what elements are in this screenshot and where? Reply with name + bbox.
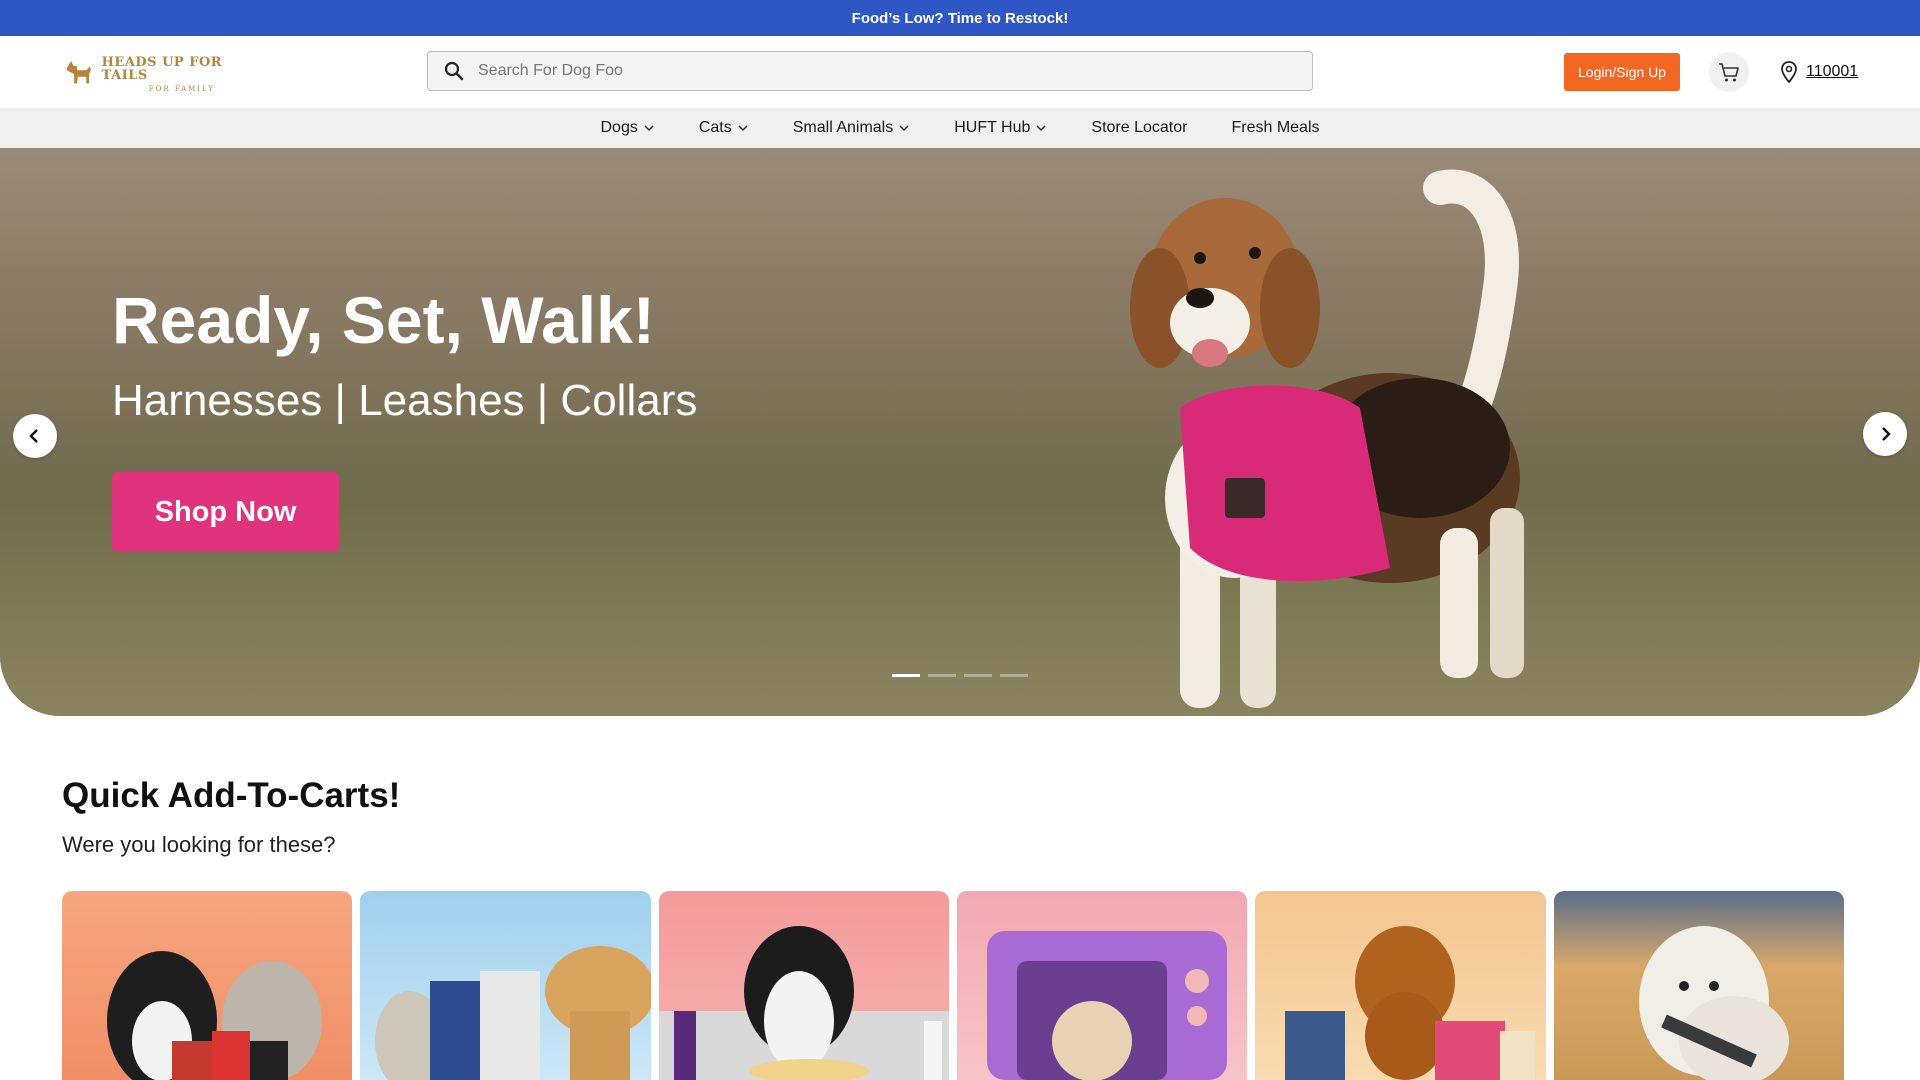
quick-add-card[interactable] — [956, 891, 1248, 1080]
nav-item-cats[interactable]: Cats — [699, 119, 749, 137]
cart-button[interactable] — [1709, 52, 1749, 92]
harness-image — [1638, 926, 1789, 1080]
nav-label: Cats — [698, 119, 732, 136]
logo-main-text: HEADS UP FOR TAILS — [101, 54, 223, 83]
cat-bed-image — [986, 931, 1227, 1080]
site-logo[interactable]: HEADS UP FOR TAILS FOR FAMILY — [62, 54, 262, 94]
chevron-down-icon — [738, 125, 748, 132]
quick-add-card[interactable] — [1255, 891, 1546, 1080]
search-icon[interactable] — [444, 61, 464, 81]
location-pin-icon — [1781, 61, 1797, 83]
nav-item-dogs[interactable]: Dogs — [600, 119, 654, 137]
nav-item-huft-hub[interactable]: HUFT Hub — [954, 119, 1047, 137]
carousel-next-button[interactable] — [1863, 412, 1907, 456]
pincode[interactable]: 110001 — [1806, 63, 1858, 81]
login-signup-button[interactable]: Login/Sign Up — [1564, 53, 1680, 91]
shop-now-button[interactable]: Shop Now — [112, 472, 339, 552]
quick-add-card[interactable] — [658, 891, 949, 1080]
logo-text: HEADS UP FOR TAILS FOR FAMILY — [102, 56, 262, 93]
carousel-dot[interactable] — [928, 674, 956, 677]
chevron-down-icon — [644, 125, 654, 132]
announcement-text[interactable]: Food’s Low? Time to Restock! — [852, 10, 1069, 27]
quick-add-card[interactable] — [1553, 891, 1844, 1080]
nav-item-fresh-meals[interactable]: Fresh Meals — [1231, 119, 1319, 137]
carousel-prev-button[interactable] — [13, 414, 57, 458]
quick-add-card[interactable] — [360, 891, 651, 1080]
nav-item-store-locator[interactable]: Store Locator — [1091, 119, 1187, 137]
cart-icon — [1719, 63, 1739, 82]
beagle-harness-image — [1130, 169, 1524, 708]
nav-label: Dogs — [600, 119, 638, 136]
nav-label: Fresh Meals — [1231, 119, 1320, 136]
dog-cat-food-image — [107, 951, 322, 1080]
treats-image — [1285, 926, 1536, 1080]
nav-item-small-animals[interactable]: Small Animals — [793, 119, 910, 137]
quick-add-cards — [62, 891, 1852, 1080]
carousel-dot[interactable] — [892, 674, 920, 677]
location-selector[interactable]: 110001 — [1780, 60, 1858, 84]
carousel-indicators — [892, 674, 1036, 677]
carousel-dot[interactable] — [1000, 674, 1028, 677]
logo-sub-text: FOR FAMILY — [148, 84, 215, 93]
announcement-bar[interactable]: Food’s Low? Time to Restock! — [0, 0, 1920, 36]
site-header: HEADS UP FOR TAILS FOR FAMILY Login/Sign… — [0, 36, 1920, 108]
search-input[interactable] — [478, 62, 1278, 80]
search-bar[interactable] — [427, 51, 1313, 91]
hero-subtitle: Harnesses | Leashes | Collars — [112, 376, 698, 425]
main-nav: Dogs Cats Small Animals HUFT Hub Store L… — [0, 108, 1920, 148]
nav-label: Store Locator — [1091, 119, 1188, 136]
royal-canin-image — [375, 946, 651, 1080]
dog-logo-icon — [66, 60, 91, 84]
quick-add-card[interactable] — [62, 891, 353, 1080]
chevron-right-icon — [1882, 427, 1891, 441]
chevron-left-icon — [29, 429, 38, 443]
carousel-dot[interactable] — [964, 674, 992, 677]
chevron-down-icon — [899, 125, 909, 132]
nav-label: HUFT Hub — [954, 119, 1031, 136]
nav-label: Small Animals — [792, 119, 894, 136]
quick-add-subtitle: Were you looking for these? — [62, 832, 336, 857]
hero-title: Ready, Set, Walk! — [112, 283, 655, 357]
chevron-down-icon — [1036, 125, 1046, 132]
hero-banner[interactable]: Ready, Set, Walk! Harnesses | Leashes | … — [0, 148, 1920, 716]
quick-add-title: Quick Add-To-Carts! — [62, 776, 401, 815]
grooming-image — [658, 926, 949, 1080]
